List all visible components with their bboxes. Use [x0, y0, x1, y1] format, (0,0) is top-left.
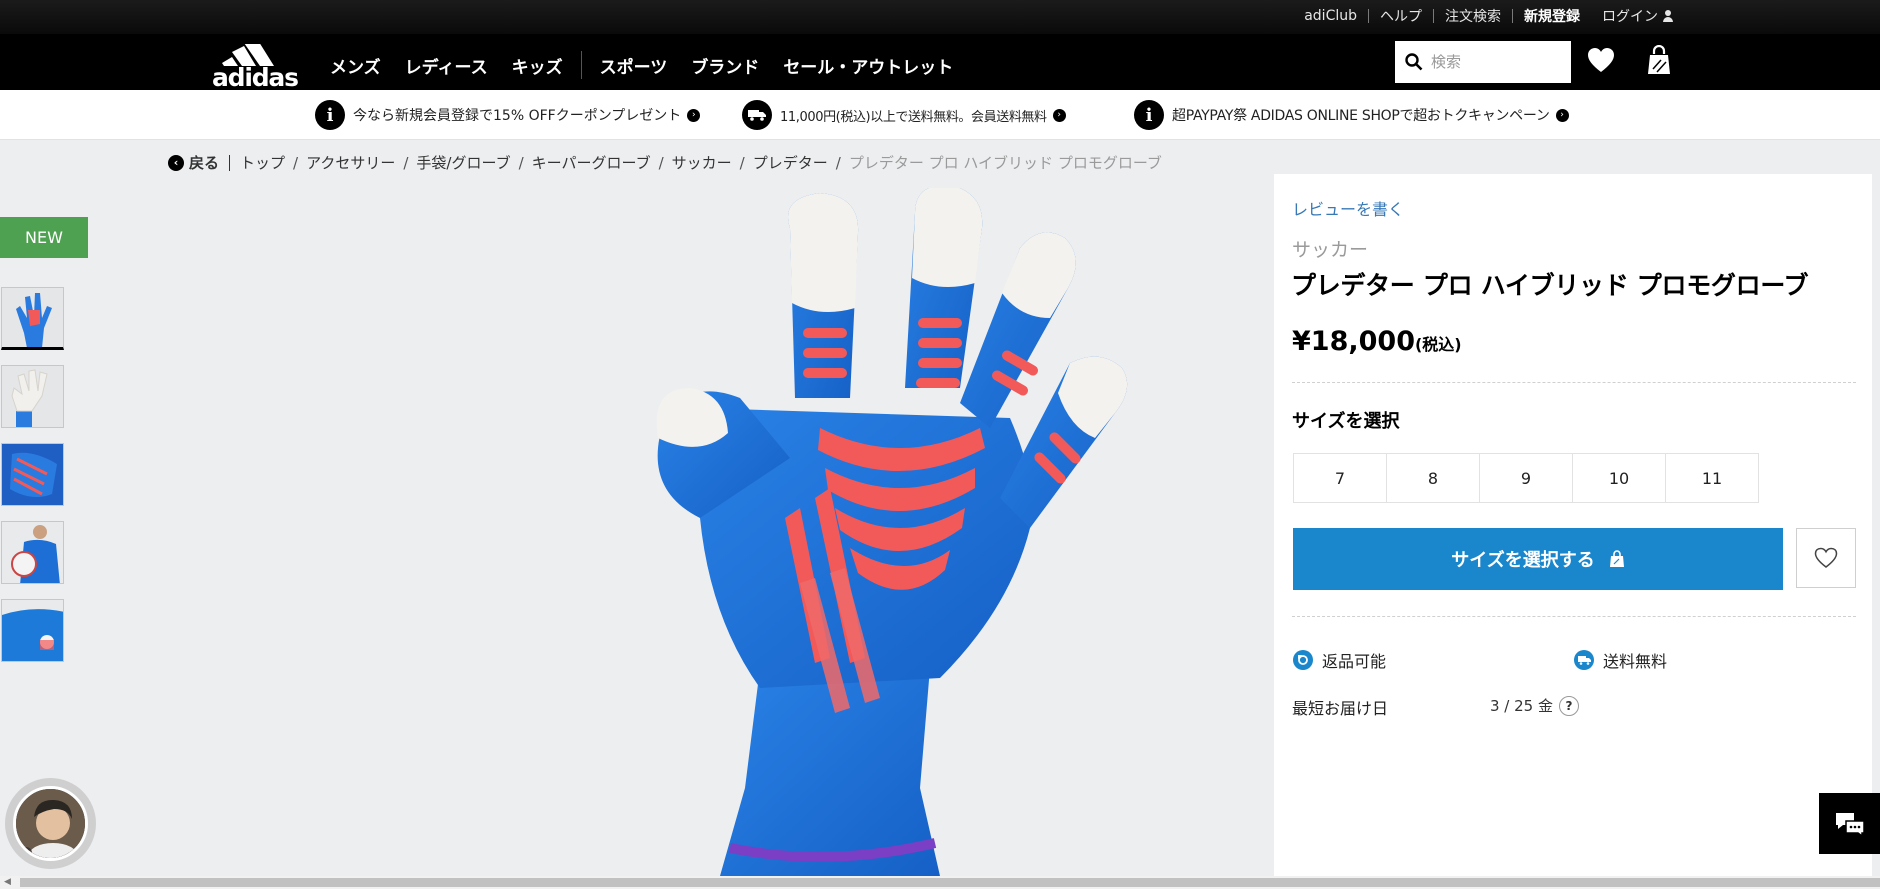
promo-text: 11,000円(税込)以上で送料無料。会員送料無料 [780, 109, 1047, 125]
assistant-avatar[interactable] [5, 778, 96, 869]
promo-bar: i 今なら新規会員登録で15% OFFクーポンプレゼント › 11,000円(税… [0, 90, 1880, 140]
divider [1292, 616, 1856, 617]
info-icon: i [1134, 100, 1164, 130]
promo-paypay[interactable]: i 超PAYPAY祭 ADIDAS ONLINE SHOPで超おトクキャンペーン… [1134, 100, 1569, 130]
back-label: 戻る [189, 154, 220, 172]
scrollbar-thumb[interactable] [20, 878, 1880, 887]
size-option-9[interactable]: 9 [1479, 453, 1573, 503]
chevron-left-icon: ‹ [168, 154, 184, 171]
product-category: サッカー [1292, 239, 1369, 261]
thumbnail-3[interactable] [1, 443, 64, 506]
glove-thumbnail [2, 444, 63, 505]
delivery-date-value: 3 / 25 金 [1490, 697, 1553, 715]
login-label: ログイン [1602, 9, 1658, 25]
chevron-right-icon: › [1052, 108, 1066, 122]
nav-mens[interactable]: メンズ [330, 53, 381, 78]
search-input[interactable] [1431, 53, 1561, 71]
breadcrumb-keeper-gloves[interactable]: キーパーグローブ [532, 152, 651, 173]
heart-outline-icon [1814, 547, 1838, 568]
chat-icon [1835, 812, 1865, 837]
thumbnail-2[interactable] [1, 365, 64, 428]
bag-icon[interactable] [1647, 45, 1671, 75]
thumbnail-4[interactable] [1, 521, 64, 584]
size-selector: 7 8 9 10 11 [1293, 453, 1759, 503]
chevron-right-icon: › [687, 108, 701, 122]
model-thumbnail [2, 522, 63, 583]
returnable-feature: 返品可能 [1293, 648, 1386, 672]
product-price: ¥18,000(税込) [1292, 326, 1462, 357]
size-option-7[interactable]: 7 [1293, 453, 1387, 503]
chat-button[interactable] [1819, 793, 1880, 854]
register-link[interactable]: 新規登録 [1513, 6, 1591, 26]
glove-thumbnail [11, 369, 48, 427]
write-review-link[interactable]: レビューを書く [1292, 196, 1404, 220]
glove-image [656, 184, 1128, 876]
free-shipping-feature: 送料無料 [1574, 648, 1667, 672]
person-icon [1663, 10, 1673, 22]
heart-icon[interactable] [1587, 47, 1615, 73]
feature-label: 返品可能 [1322, 652, 1387, 671]
feature-label: 送料無料 [1603, 652, 1668, 671]
info-icon: i [315, 100, 345, 130]
back-link[interactable]: ‹ 戻る [168, 152, 219, 173]
size-option-8[interactable]: 8 [1386, 453, 1480, 503]
brand-wordmark: adidas [212, 63, 299, 92]
breadcrumb-gloves[interactable]: 手袋/グローブ [416, 152, 510, 173]
help-link[interactable]: ヘルプ [1369, 6, 1433, 26]
nav-sports[interactable]: スポーツ [600, 53, 668, 78]
size-option-10[interactable]: 10 [1572, 453, 1666, 503]
cta-label: サイズを選択する [1451, 550, 1595, 571]
glove-thumbnail [16, 293, 52, 347]
search-box [1395, 41, 1571, 83]
truck-icon [742, 100, 772, 130]
divider [1292, 382, 1856, 383]
product-title: プレデター プロ ハイブリッド プロモグローブ [1291, 271, 1809, 300]
horizontal-scrollbar[interactable]: ◀ [0, 876, 1880, 889]
breadcrumb-predator[interactable]: プレデター [753, 152, 828, 173]
separator [229, 154, 231, 171]
promo-free-shipping[interactable]: 11,000円(税込)以上で送料無料。会員送料無料 › [742, 100, 1066, 130]
price-value: ¥18,000 [1292, 326, 1415, 357]
utility-nav: adiClub ヘルプ 注文検索 新規登録 ログイン [1293, 6, 1684, 26]
search-icon [1405, 53, 1423, 71]
wishlist-button[interactable] [1796, 528, 1856, 588]
nav-sale-outlet[interactable]: セール・アウトレット [783, 53, 953, 78]
breadcrumb-accessories[interactable]: アクセサリー [306, 152, 395, 173]
utility-bar: adiClub ヘルプ 注文検索 新規登録 ログイン [0, 0, 1880, 34]
login-link[interactable]: ログイン [1591, 6, 1684, 26]
tax-note: (税込) [1414, 335, 1462, 354]
nav-womens[interactable]: レディース [405, 53, 488, 78]
delivery-label: 最短お届け日 [1292, 699, 1389, 718]
avatar-photo [13, 786, 88, 861]
promo-text: 超PAYPAY祭 ADIDAS ONLINE SHOPで超おトクキャンペーン [1172, 108, 1550, 124]
product-image[interactable] [0, 184, 1272, 876]
promo-member-coupon[interactable]: i 今なら新規会員登録で15% OFFクーポンプレゼント › [315, 100, 701, 130]
order-search-link[interactable]: 注文検索 [1434, 6, 1512, 26]
nav-brands[interactable]: ブランド [691, 53, 759, 78]
main-nav: メンズ レディース キッズ スポーツ ブランド セール・アウトレット [330, 51, 977, 79]
breadcrumb: ‹ 戻る トップ / アクセサリー / 手袋/グローブ / キーパーグローブ / サッカー… [168, 152, 1162, 173]
nav-kids[interactable]: キッズ [512, 53, 563, 78]
help-icon[interactable]: ? [1559, 695, 1579, 716]
thumbnail-1[interactable] [1, 287, 64, 350]
nav-divider [580, 51, 582, 79]
adiclub-link[interactable]: adiClub [1293, 8, 1368, 24]
bag-icon [1609, 550, 1624, 567]
promo-text: 今なら新規会員登録で15% OFFクーポンプレゼント [353, 108, 682, 124]
breadcrumb-top[interactable]: トップ [240, 152, 285, 173]
breadcrumb-current: プレデター プロ ハイブリッド プロモグローブ [848, 154, 1162, 172]
truck-icon [1574, 650, 1594, 670]
chevron-right-icon: › [1555, 108, 1569, 122]
return-icon [1293, 650, 1313, 670]
size-label: サイズを選択 [1292, 411, 1400, 432]
size-option-11[interactable]: 11 [1665, 453, 1759, 503]
delivery-date: 3 / 25 金 ? [1490, 695, 1579, 716]
select-size-button[interactable]: サイズを選択する [1293, 528, 1783, 590]
model-thumbnail [2, 600, 63, 661]
new-badge: NEW [0, 217, 88, 258]
scroll-left-icon[interactable]: ◀ [4, 877, 11, 887]
breadcrumb-soccer[interactable]: サッカー [672, 152, 732, 173]
product-info-panel: レビューを書く サッカー プレデター プロ ハイブリッド プロモグローブ ¥18… [1274, 174, 1872, 876]
thumbnail-5[interactable] [1, 599, 64, 662]
